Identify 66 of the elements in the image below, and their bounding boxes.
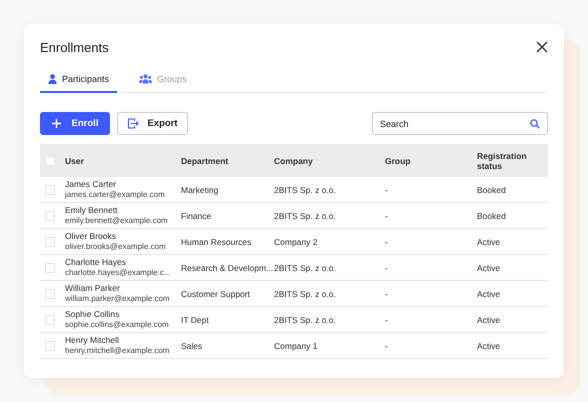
column-header: Group — [385, 156, 410, 166]
table-cell: Active — [477, 288, 500, 298]
user-name: Emily Bennett — [65, 205, 118, 216]
plus-icon — [52, 119, 61, 128]
table-cell: Finance — [181, 210, 212, 220]
dialog-title: Enrollments — [40, 40, 109, 54]
column-header: Department — [181, 156, 228, 166]
table-cell: - — [385, 288, 388, 298]
search-field[interactable]: Search — [372, 112, 548, 135]
user-name: William Parker — [65, 283, 121, 294]
table-cell: Active — [477, 340, 500, 350]
tab[interactable]: Participants — [40, 74, 118, 93]
user-email: james.carter@example.com — [65, 190, 166, 200]
table-cell: Booked — [477, 184, 506, 194]
table-cell: Company 2 — [274, 236, 318, 246]
table-cell: Active — [477, 236, 500, 246]
table-cell: Sales — [181, 340, 202, 350]
table-cell: - — [385, 184, 388, 194]
table-cell: - — [385, 340, 388, 350]
table-cell: 2BITS Sp. z o.o. — [274, 314, 336, 324]
checkbox[interactable] — [45, 236, 55, 246]
table-cell: Company 1 — [274, 340, 318, 350]
checkbox[interactable] — [45, 340, 55, 350]
column-header: User — [65, 156, 84, 166]
checkbox[interactable] — [45, 210, 55, 220]
user-email: william.parker@example.com — [65, 294, 171, 304]
column-header: Company — [274, 156, 313, 166]
enroll-button[interactable]: Enroll — [40, 112, 110, 135]
table-cell: 2BITS Sp. z o.o. — [274, 210, 336, 220]
user-name: Sophie Collins — [65, 309, 120, 320]
search-icon[interactable] — [530, 118, 540, 128]
checkbox[interactable] — [45, 288, 55, 298]
checkbox[interactable] — [45, 314, 55, 324]
group-icon — [139, 74, 152, 84]
table-cell: Customer Support — [181, 288, 250, 298]
table-cell: - — [385, 262, 388, 272]
checkbox[interactable] — [45, 184, 55, 194]
checkbox[interactable] — [45, 156, 55, 166]
checkbox[interactable] — [45, 262, 55, 272]
export-button[interactable]: Export — [117, 112, 188, 135]
table-cell: - — [385, 236, 388, 246]
table-cell: Research & Developm... — [181, 262, 274, 272]
person-icon — [48, 74, 57, 84]
user-email: emily.bennett@example.com — [65, 216, 169, 226]
column-header: Registration status — [477, 150, 527, 170]
user-name: Henry Mitchell — [65, 335, 120, 346]
table-cell: - — [385, 210, 388, 220]
table-cell: Marketing — [181, 184, 218, 194]
user-email: sophie.collins@example.com — [65, 320, 170, 330]
table-cell: Active — [477, 314, 500, 324]
export-icon — [127, 118, 140, 129]
close-icon[interactable] — [536, 41, 548, 53]
user-name: James Carter — [65, 179, 118, 190]
table-cell: 2BITS Sp. z o.o. — [274, 262, 336, 272]
user-name: Charlotte Hayes — [65, 257, 127, 268]
table-cell: 2BITS Sp. z o.o. — [274, 288, 336, 298]
table-cell: Human Resources — [181, 236, 252, 246]
table-cell: Booked — [477, 210, 506, 220]
user-email: charlotte.hayes@example.c... — [65, 268, 172, 278]
table-cell: - — [385, 314, 388, 324]
table-cell: IT Dept — [181, 314, 209, 324]
user-email: oliver.brooks@example.com — [65, 242, 167, 252]
table-cell: 2BITS Sp. z o.o. — [274, 184, 336, 194]
user-name: Oliver Brooks — [65, 231, 118, 242]
table-cell: Active — [477, 262, 500, 272]
user-email: henry.mitchell@example.com — [65, 346, 170, 356]
